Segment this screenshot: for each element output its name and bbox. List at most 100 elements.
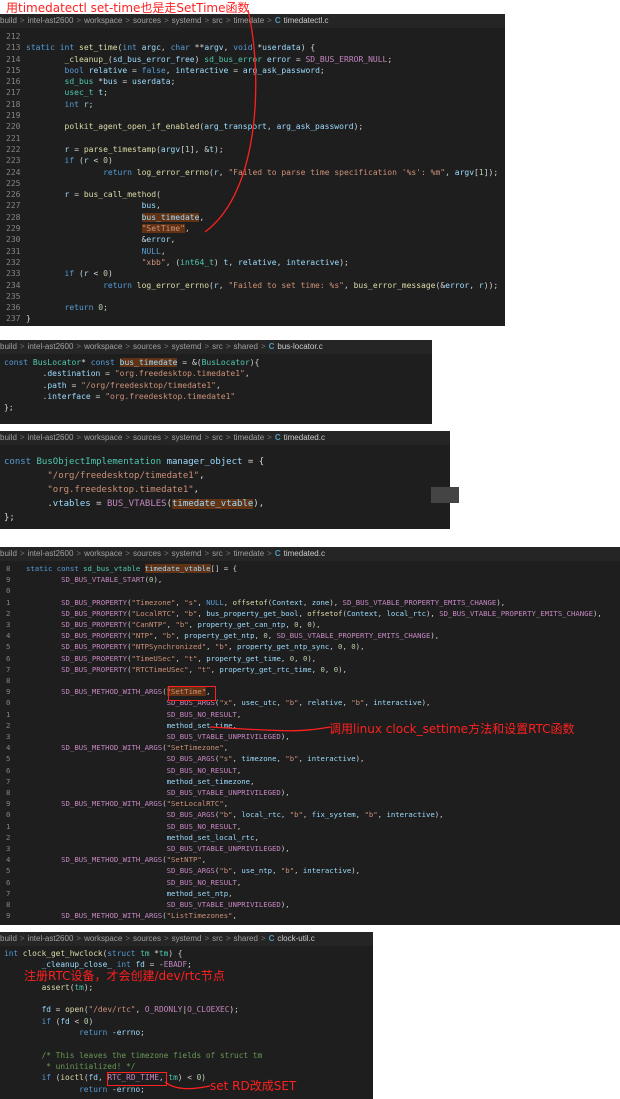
code-line[interactable]: 6 SD_BUS_PROPERTY("TimeUSec", "t", prope… [0, 653, 620, 664]
code-line[interactable]: "org.freedesktop.timedate1", [0, 483, 450, 497]
code-line[interactable]: return -errno; [0, 1084, 373, 1095]
code-view[interactable]: 212 213 static int set_time(int argc, cha… [0, 28, 505, 325]
code-line[interactable]: .destination = "org.freedesktop.timedate… [0, 368, 432, 379]
code-line[interactable]: 215 bool relative = false, interactive =… [0, 65, 505, 76]
breadcrumb-item[interactable]: intel-ast2600 [28, 549, 74, 558]
code-line[interactable]: .path = "/org/freedesktop/timedate1", [0, 380, 432, 391]
code-view[interactable]: const BusLocator* const bus_timedate = &… [0, 354, 432, 413]
code-line[interactable]: }; [0, 511, 450, 525]
breadcrumb-item[interactable]: intel-ast2600 [28, 342, 74, 351]
code-line[interactable]: 0 [0, 585, 620, 596]
breadcrumb-item[interactable]: sources [133, 549, 161, 558]
breadcrumb-item[interactable]: systemd [172, 934, 202, 943]
code-line[interactable]: 227 bus, [0, 200, 505, 211]
code-line[interactable]: 0 SD_BUS_ARGS("x", usec_utc, "b", relati… [0, 697, 620, 708]
breadcrumb-item[interactable]: build [0, 16, 17, 25]
code-line[interactable]: if (ioctl(fd, RTC_RD_TIME, tm) < 0) [0, 1072, 373, 1083]
code-line[interactable]: 216 sd_bus *bus = userdata; [0, 76, 505, 87]
breadcrumb[interactable]: build > intel-ast2600 > workspace > sources > sy… [0, 431, 450, 445]
code-line[interactable]: 2 SD_BUS_PROPERTY("LocalRTC", "b", bus_p… [0, 608, 620, 619]
breadcrumb-item[interactable]: timedated.c [284, 433, 325, 442]
code-line[interactable]: 232 "xbb", (int64_t) t, relative, intera… [0, 257, 505, 268]
breadcrumb-item[interactable]: src [212, 549, 223, 558]
code-line[interactable]: 9 SD_BUS_METHOD_WITH_ARGS("SetTime", [0, 686, 620, 697]
code-line[interactable]: 7 SD_BUS_PROPERTY("RTCTimeUSec", "t", pr… [0, 664, 620, 675]
code-line[interactable]: 230 &error, [0, 234, 505, 245]
code-line[interactable]: 5 SD_BUS_ARGS("s", timezone, "b", intera… [0, 753, 620, 764]
breadcrumb-item[interactable]: systemd [172, 342, 202, 351]
code-line[interactable]: 9 SD_BUS_VTABLE_START(0), [0, 574, 620, 585]
code-line[interactable]: 7 method_set_ntp, [0, 888, 620, 899]
breadcrumb-item[interactable]: src [212, 934, 223, 943]
breadcrumb[interactable]: build > intel-ast2600 > workspace > sources > sy… [0, 340, 432, 354]
breadcrumb-item[interactable]: intel-ast2600 [28, 16, 74, 25]
breadcrumb-item[interactable]: src [212, 342, 223, 351]
breadcrumb-item[interactable]: intel-ast2600 [28, 433, 74, 442]
code-line[interactable]: 233 if (r < 0) [0, 268, 505, 279]
code-line[interactable]: "/org/freedesktop/timedate1", [0, 469, 450, 483]
breadcrumb-item[interactable]: sources [133, 342, 161, 351]
code-line[interactable]: fd = open("/dev/rtc", O_RDONLY|O_CLOEXEC… [0, 1004, 373, 1015]
code-line[interactable]: 3 SD_BUS_VTABLE_UNPRIVILEGED), [0, 843, 620, 854]
code-line[interactable]: .interface = "org.freedesktop.timedate1" [0, 391, 432, 402]
breadcrumb-item[interactable]: systemd [172, 16, 202, 25]
breadcrumb-item[interactable]: build [0, 342, 17, 351]
code-line[interactable]: 1 SD_BUS_NO_RESULT, [0, 821, 620, 832]
code-line[interactable]: 222 r = parse_timestamp(argv[1], &t); [0, 144, 505, 155]
breadcrumb[interactable]: build > intel-ast2600 > workspace > sources > sy… [0, 547, 620, 561]
code-view[interactable]: const BusObjectImplementation manager_ob… [0, 445, 450, 525]
code-line[interactable]: 224 return log_error_errno(r, "Failed to… [0, 167, 505, 178]
code-line[interactable]: 223 if (r < 0) [0, 155, 505, 166]
breadcrumb-item[interactable]: systemd [172, 549, 202, 558]
code-line[interactable]: 4 SD_BUS_PROPERTY("NTP", "b", property_g… [0, 630, 620, 641]
code-line[interactable]: 8 SD_BUS_VTABLE_UNPRIVILEGED), [0, 899, 620, 910]
code-line[interactable]: 8 static const sd_bus_vtable timedate_vta… [0, 563, 620, 574]
code-line[interactable]: }; [0, 402, 432, 413]
code-line[interactable]: 218 int r; [0, 99, 505, 110]
code-line[interactable]: 221 [0, 133, 505, 144]
breadcrumb-item[interactable]: bus-locator.c [277, 342, 322, 351]
code-line[interactable]: 6 SD_BUS_NO_RESULT, [0, 765, 620, 776]
code-line[interactable]: return -errno; [0, 1027, 373, 1038]
code-line[interactable]: 9 SD_BUS_METHOD_WITH_ARGS("ListTimezones… [0, 910, 620, 921]
breadcrumb-item[interactable]: src [212, 16, 223, 25]
code-line[interactable]: 229 "SetTime", [0, 223, 505, 234]
breadcrumb-item[interactable]: systemd [172, 433, 202, 442]
breadcrumb[interactable]: build > intel-ast2600 > workspace > sources > sy… [0, 14, 505, 28]
code-line[interactable]: const BusObjectImplementation manager_ob… [0, 455, 450, 469]
code-line[interactable]: 6 SD_BUS_NO_RESULT, [0, 877, 620, 888]
breadcrumb-item[interactable]: workspace [84, 16, 122, 25]
breadcrumb-item[interactable]: sources [133, 433, 161, 442]
code-line[interactable]: /* This leaves the timezone fields of st… [0, 1050, 373, 1061]
code-line[interactable]: 237} [0, 313, 505, 324]
breadcrumb-item[interactable]: timedated.c [284, 549, 325, 558]
breadcrumb-item[interactable]: clock-util.c [277, 934, 314, 943]
code-line[interactable]: 234 return log_error_errno(r, "Failed to… [0, 280, 505, 291]
code-view[interactable]: 8 static const sd_bus_vtable timedate_vta… [0, 561, 620, 922]
code-line[interactable]: 214 _cleanup_(sd_bus_error_free) sd_bus_… [0, 54, 505, 65]
code-line[interactable]: 3 SD_BUS_PROPERTY("CanNTP", "b", propert… [0, 619, 620, 630]
code-line[interactable]: .vtables = BUS_VTABLES(timedate_vtable), [0, 497, 450, 511]
breadcrumb-item[interactable]: sources [133, 16, 161, 25]
code-line[interactable]: int clock_get_hwclock(struct tm *tm) { [0, 948, 373, 959]
code-line[interactable]: 4 SD_BUS_METHOD_WITH_ARGS("SetTimezone", [0, 742, 620, 753]
breadcrumb-item[interactable]: workspace [84, 934, 122, 943]
code-line[interactable]: 0 SD_BUS_ARGS("b", local_rtc, "b", fix_s… [0, 809, 620, 820]
breadcrumb-item[interactable]: shared [233, 342, 257, 351]
code-line[interactable]: 8 SD_BUS_VTABLE_UNPRIVILEGED), [0, 787, 620, 798]
code-line[interactable]: 4 SD_BUS_METHOD_WITH_ARGS("SetNTP", [0, 854, 620, 865]
code-line[interactable]: 235 [0, 291, 505, 302]
breadcrumb-item[interactable]: workspace [84, 433, 122, 442]
code-line[interactable]: 8 [0, 675, 620, 686]
code-line[interactable]: 236 return 0; [0, 302, 505, 313]
code-line[interactable]: * uninitialized! */ [0, 1061, 373, 1072]
code-line[interactable]: 213 static int set_time(int argc, char **… [0, 42, 505, 53]
breadcrumb-item[interactable]: intel-ast2600 [28, 934, 74, 943]
code-line[interactable]: 212 [0, 31, 505, 42]
code-line[interactable]: 228 bus_timedate, [0, 212, 505, 223]
breadcrumb-item[interactable]: timedate [233, 549, 264, 558]
breadcrumb-item[interactable]: shared [233, 934, 257, 943]
breadcrumb-item[interactable]: build [0, 433, 17, 442]
breadcrumb-item[interactable]: workspace [84, 549, 122, 558]
code-line[interactable] [0, 1038, 373, 1049]
